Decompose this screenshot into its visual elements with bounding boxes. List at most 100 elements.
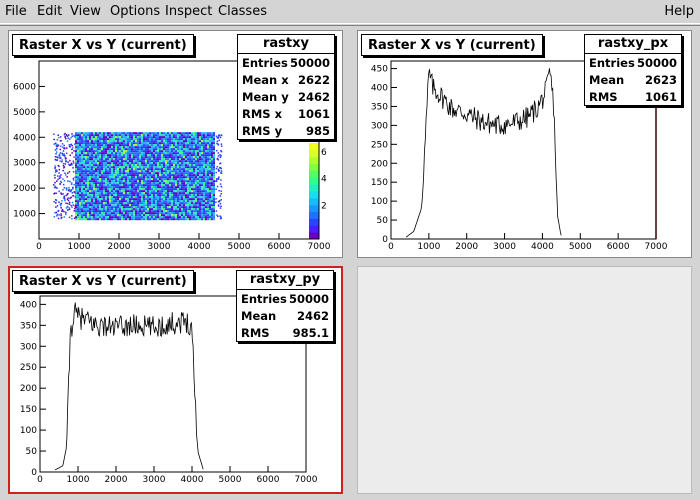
heatmap-cell	[207, 164, 209, 167]
heatmap-cell	[75, 186, 77, 189]
heatmap-cell	[137, 160, 139, 163]
heatmap-cell	[139, 172, 141, 175]
heatmap-cell	[201, 168, 203, 171]
heatmap-cell	[97, 178, 99, 181]
heatmap-cell	[187, 186, 189, 189]
heatmap-cell	[123, 218, 125, 221]
heatmap-cell	[103, 134, 105, 137]
heatmap-cell	[115, 150, 117, 153]
heatmap-cell	[153, 186, 155, 189]
heatmap-cell	[58, 201, 60, 203]
heatmap-cell	[109, 202, 111, 205]
heatmap-cell	[93, 134, 95, 137]
heatmap-cell	[54, 149, 57, 151]
heatmap-cell	[95, 152, 97, 155]
heatmap-cell	[121, 150, 123, 153]
heatmap-cell	[68, 164, 71, 166]
heatmap-cell	[169, 158, 171, 161]
heatmap-cell	[181, 172, 183, 175]
heatmap-cell	[101, 168, 103, 171]
heatmap-cell	[85, 134, 87, 137]
heatmap-cell	[153, 136, 155, 139]
heatmap-cell	[175, 214, 177, 217]
heatmap-cell	[159, 214, 161, 217]
heatmap-cell	[121, 134, 123, 137]
menu-edit[interactable]: Edit	[37, 4, 62, 19]
heatmap-cell	[68, 171, 71, 173]
heatmap-cell	[167, 176, 169, 179]
heatmap-cell	[175, 136, 177, 139]
heatmap-cell	[145, 186, 147, 189]
heatmap-cell	[199, 144, 201, 147]
heatmap-cell	[95, 210, 97, 213]
heatmap-cell	[187, 216, 189, 219]
pad-rastxy-px[interactable]: 0 1000 2000 3000 4000 5000 6000 7000 0 50 100 150 20…	[357, 30, 692, 258]
heatmap-cell	[167, 136, 169, 139]
heatmap-cell	[121, 164, 123, 167]
heatmap-cell	[143, 158, 145, 161]
heatmap-cell	[133, 160, 135, 163]
heatmap-cell	[91, 140, 93, 143]
heatmap-cell	[135, 204, 137, 207]
heatmap-cell	[133, 194, 135, 197]
heatmap-cell	[97, 184, 99, 187]
heatmap-cell	[191, 216, 193, 219]
menu-options[interactable]: Options	[110, 4, 160, 19]
heatmap-cell	[109, 170, 111, 173]
heatmap-cell	[93, 132, 95, 135]
heatmap-cell	[91, 160, 93, 163]
heatmap-cell	[175, 148, 177, 151]
heatmap-cell	[195, 200, 197, 203]
heatmap-cell	[163, 156, 165, 159]
menu-file[interactable]: File	[5, 4, 27, 19]
menu-view[interactable]: View	[70, 4, 101, 19]
heatmap-cell	[107, 174, 109, 177]
heatmap-cell	[133, 174, 135, 177]
heatmap-cell	[153, 194, 155, 197]
heatmap-cell	[109, 194, 111, 197]
heatmap-cell	[123, 164, 125, 167]
heatmap-cell	[115, 186, 117, 189]
heatmap-cell	[141, 194, 143, 197]
heatmap-cell	[141, 168, 143, 171]
heatmap-cell	[83, 172, 85, 175]
heatmap-cell	[159, 142, 161, 145]
heatmap-cell	[199, 174, 201, 177]
heatmap-cell	[109, 192, 111, 195]
heatmap-cell	[95, 196, 97, 199]
heatmap-cell	[199, 214, 201, 217]
heatmap-cell	[201, 194, 203, 197]
heatmap-cell	[81, 190, 83, 193]
pad-rastxy[interactable]: 0 1000 2000 3000 4000 5000 6000 7000 1000 2000 300…	[8, 30, 343, 258]
menu-inspect[interactable]: Inspect	[165, 4, 212, 19]
pad-rastxy-py[interactable]: 0 1000 2000 3000 4000 5000 6000 7000 0 50 100 150 20…	[8, 266, 343, 494]
heatmap-cell	[93, 214, 95, 217]
heatmap-cell	[171, 196, 173, 199]
heatmap-cell	[185, 216, 187, 219]
heatmap-cell	[133, 204, 135, 207]
heatmap-cell	[183, 174, 185, 177]
heatmap-cell	[105, 202, 107, 205]
heatmap-cell	[153, 152, 155, 155]
heatmap-cell	[95, 192, 97, 195]
heatmap-cell	[159, 152, 161, 155]
heatmap-cell	[87, 142, 89, 145]
heatmap-cell	[129, 206, 131, 209]
heatmap-cell	[209, 132, 211, 135]
menu-classes[interactable]: Classes	[218, 4, 267, 19]
heatmap-cell	[189, 212, 191, 215]
pad-empty[interactable]	[357, 266, 692, 494]
heatmap-cell	[159, 194, 161, 197]
heatmap-cell	[107, 158, 109, 161]
heatmap-cell	[191, 146, 193, 149]
heatmap-cell	[95, 156, 97, 159]
heatmap-cell	[203, 198, 205, 201]
heatmap-cell	[199, 152, 201, 155]
heatmap-cell	[125, 174, 127, 177]
menu-help[interactable]: Help	[664, 4, 694, 19]
heatmap-cell	[107, 198, 109, 201]
heatmap-cell	[171, 144, 173, 147]
heatmap-cell	[177, 200, 179, 203]
heatmap-cell	[177, 196, 179, 199]
heatmap-cell	[97, 174, 99, 177]
